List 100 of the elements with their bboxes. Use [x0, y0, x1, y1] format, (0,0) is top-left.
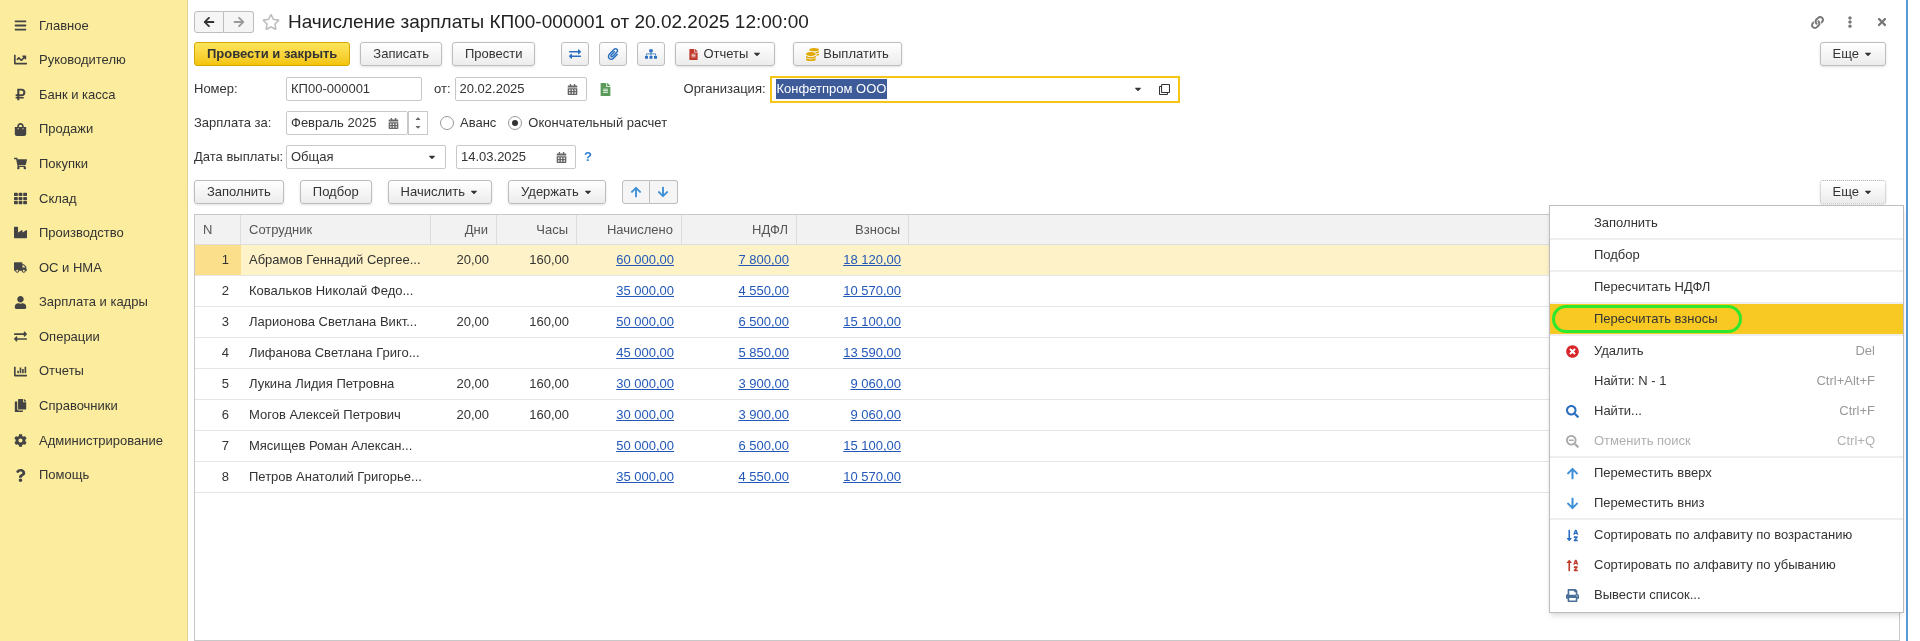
table-cell-text: Ларионова Светлана Викт... [249, 313, 418, 332]
icon-button[interactable] [637, 42, 666, 66]
sidebar-item[interactable]: Продажи [0, 111, 187, 147]
menu-item[interactable]: Сортировать по алфавиту по возрастанию [1550, 520, 1903, 550]
column-header[interactable]: Дни [431, 215, 497, 244]
amount-link[interactable]: 50 000,00 [616, 436, 674, 456]
table-cell-text: Ковальков Николай Федо... [249, 282, 414, 301]
move-up-button[interactable] [621, 180, 650, 204]
back-button[interactable] [194, 11, 224, 33]
amount-link[interactable]: 5 850,00 [738, 343, 789, 363]
amount-link[interactable]: 15 100,00 [843, 312, 901, 332]
calendar-icon [388, 117, 399, 129]
dropdown-button[interactable]: Отчеты [675, 42, 776, 66]
radio-option[interactable]: Окончательный расчет [508, 113, 668, 133]
radio-button[interactable] [508, 116, 523, 130]
sidebar-item[interactable]: Администрирование [0, 423, 187, 458]
organization-field[interactable]: Конфетпром ООО [769, 75, 1180, 103]
close-icon[interactable] [1876, 16, 1888, 28]
grid-icon [14, 191, 27, 205]
document-check-icon[interactable] [598, 82, 612, 96]
column-header[interactable]: НДФЛ [682, 215, 797, 244]
sidebar-item[interactable]: Банк и касса [0, 77, 187, 112]
caret-down-icon[interactable] [414, 123, 422, 131]
toolbar-button[interactable]: Подбор [299, 180, 372, 204]
radio-option[interactable]: Аванс [440, 113, 497, 133]
column-header[interactable]: Взносы [797, 215, 909, 244]
link-icon[interactable] [1811, 15, 1824, 29]
sidebar-item[interactable]: Отчеты [0, 353, 187, 389]
column-header[interactable]: Начислено [577, 215, 682, 244]
number-field[interactable]: КП00-000001 [286, 77, 422, 101]
sidebar-item[interactable]: Зарплата и кадры [0, 284, 187, 320]
sidebar-item[interactable]: Склад [0, 180, 187, 216]
menu-item[interactable]: Пересчитать НДФЛ [1550, 272, 1903, 302]
amount-link[interactable]: 18 120,00 [843, 250, 901, 270]
amount-link[interactable]: 13 590,00 [843, 343, 901, 363]
shortcut-label: Ctrl+Alt+F [1816, 372, 1875, 391]
icon-button[interactable] [599, 42, 628, 66]
more-button[interactable]: Еще [1819, 180, 1886, 204]
amount-link[interactable]: 10 570,00 [843, 281, 901, 301]
radio-button[interactable] [440, 116, 454, 130]
amount-link[interactable]: 60 000,00 [616, 250, 674, 270]
amount-link[interactable]: 45 000,00 [616, 343, 674, 363]
more-button[interactable]: Еще [1819, 42, 1886, 66]
star-icon[interactable] [262, 13, 280, 31]
amount-link[interactable]: 35 000,00 [616, 281, 674, 301]
coin-icon [806, 47, 820, 61]
pay-button[interactable]: Выплатить [793, 42, 902, 66]
table-cell-text: 4 [221, 344, 229, 363]
column-header[interactable]: Часы [497, 215, 577, 244]
amount-link[interactable]: 6 500,00 [738, 436, 789, 456]
sidebar-item[interactable]: Операции [0, 319, 187, 354]
sidebar-item[interactable]: Справочники [0, 388, 187, 424]
table-cell-text: 7 [221, 437, 229, 456]
amount-link[interactable]: 30 000,00 [616, 374, 674, 394]
amount-link[interactable]: 3 900,00 [738, 405, 789, 425]
sidebar-item[interactable]: Помощь [0, 457, 187, 493]
amount-link[interactable]: 15 100,00 [843, 436, 901, 456]
help-link[interactable]: ? [584, 147, 592, 167]
toolbar-button[interactable]: Записать [360, 42, 442, 66]
amount-link[interactable]: 50 000,00 [616, 312, 674, 332]
sidebar-item[interactable]: Руководителю [0, 42, 187, 78]
menu-item[interactable]: Сортировать по алфавиту по убыванию [1550, 550, 1903, 580]
post-and-close-button[interactable]: Провести и закрыть [194, 42, 351, 66]
icon-button[interactable] [561, 42, 590, 66]
dropdown-button[interactable]: Начислить [387, 180, 493, 204]
menu-item[interactable]: Пересчитать взносы [1550, 304, 1903, 334]
amount-link[interactable]: 4 550,00 [738, 281, 789, 301]
menu-item[interactable]: Подбор [1550, 240, 1903, 270]
toolbar-button[interactable]: Заполнить [194, 180, 284, 204]
spin-control[interactable] [408, 111, 428, 135]
payment-date-field[interactable]: 14.03.2025 [456, 145, 576, 169]
amount-link[interactable]: 9 060,00 [850, 374, 901, 394]
amount-link[interactable]: 3 900,00 [738, 374, 789, 394]
caret-up-icon[interactable] [414, 115, 422, 123]
amount-link[interactable]: 7 800,00 [738, 250, 789, 270]
sidebar-item[interactable]: ОС и НМА [0, 250, 187, 285]
field-label: от: [434, 80, 451, 99]
amount-link[interactable]: 6 500,00 [738, 312, 789, 332]
period-field[interactable]: Февраль 2025 [286, 111, 408, 135]
sidebar-item[interactable]: Покупки [0, 146, 187, 181]
toolbar-button[interactable]: Провести [451, 42, 536, 66]
sort-descending-icon [1566, 558, 1579, 572]
column-header[interactable]: Сотрудник [241, 215, 431, 244]
schedule-select[interactable]: Общая [286, 145, 446, 169]
open-icon[interactable] [1158, 83, 1170, 95]
amount-link[interactable]: 30 000,00 [616, 405, 674, 425]
date-field[interactable]: 20.02.2025 [454, 77, 587, 101]
menu-item[interactable]: Вывести список... [1550, 580, 1903, 610]
move-down-button[interactable] [649, 180, 678, 204]
dropdown-button[interactable]: Удержать [508, 180, 606, 204]
column-header[interactable]: N [195, 215, 241, 244]
sidebar-item[interactable]: Главное [0, 8, 187, 43]
sidebar-item[interactable]: Производство [0, 215, 187, 251]
search-icon [1566, 404, 1579, 418]
amount-link[interactable]: 9 060,00 [850, 405, 901, 425]
field-label: Номер: [194, 80, 239, 99]
amount-link[interactable]: 4 550,00 [738, 467, 789, 487]
menu-item[interactable]: Заполнить [1550, 208, 1903, 238]
amount-link[interactable]: 10 570,00 [843, 467, 901, 487]
amount-link[interactable]: 35 000,00 [616, 467, 674, 487]
